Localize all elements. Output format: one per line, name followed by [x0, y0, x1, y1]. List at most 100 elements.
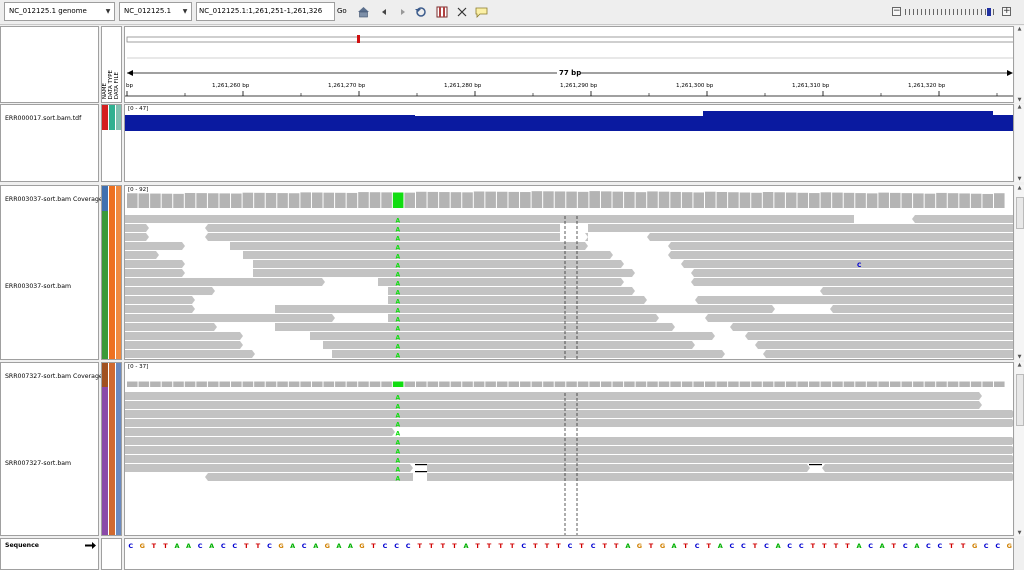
coverage-bar[interactable] — [231, 381, 242, 388]
coverage-bar[interactable] — [520, 381, 531, 388]
coverage-bar[interactable] — [462, 381, 473, 388]
coverage-bar[interactable] — [242, 381, 254, 388]
zoom-slider[interactable] — [905, 8, 997, 16]
coverage-bar[interactable] — [970, 381, 982, 388]
track-name-err-bam[interactable]: ERR003037-sort.bam — [5, 283, 71, 290]
aligned-read[interactable] — [125, 233, 149, 241]
attr-name-color[interactable] — [102, 363, 108, 387]
scroll-up-icon[interactable]: ▲ — [1016, 104, 1023, 110]
aligned-read[interactable] — [125, 260, 185, 268]
aligned-read[interactable] — [763, 350, 1014, 358]
attr-datatype-color[interactable] — [109, 363, 115, 535]
coverage-bar[interactable] — [901, 193, 913, 208]
coverage-bar[interactable] — [889, 192, 901, 208]
coverage-bar[interactable] — [658, 381, 670, 388]
coverage-bar[interactable] — [346, 192, 358, 208]
aligned-read[interactable] — [205, 224, 560, 232]
coverage-bar[interactable] — [288, 381, 300, 388]
tdf-coverage-svg[interactable] — [125, 105, 1014, 182]
aligned-read[interactable] — [705, 314, 1014, 322]
attribute-header-data-file[interactable]: DATA FILE — [114, 72, 121, 99]
coverage-bar[interactable] — [716, 191, 728, 208]
track-name-srr-coverage[interactable]: SRR007327-sort.bam Coverage — [5, 373, 103, 380]
aligned-read[interactable] — [125, 419, 1014, 427]
aligned-read[interactable] — [427, 473, 1014, 481]
coverage-bar[interactable] — [369, 192, 381, 208]
coverage-bar[interactable] — [485, 381, 496, 388]
coverage-bar[interactable] — [196, 381, 207, 388]
aligned-read[interactable] — [125, 287, 215, 295]
coverage-bar[interactable] — [508, 191, 520, 208]
coverage-bar[interactable] — [866, 381, 878, 388]
coverage-bar[interactable] — [970, 193, 982, 208]
srr-scrollbar[interactable]: ▲ ▼ — [1015, 362, 1024, 536]
coverage-bar[interactable] — [150, 193, 161, 208]
aligned-read[interactable] — [243, 251, 613, 259]
attr-name-color[interactable] — [102, 186, 108, 211]
coverage-bar[interactable] — [785, 381, 797, 388]
coverage-bar[interactable] — [624, 381, 635, 388]
scroll-thumb[interactable] — [1016, 197, 1024, 229]
coverage-bar[interactable] — [658, 191, 670, 208]
coverage-bar[interactable] — [797, 381, 809, 388]
coverage-bar[interactable] — [184, 192, 196, 208]
aligned-read[interactable] — [125, 464, 413, 472]
coverage-bar[interactable] — [543, 381, 554, 388]
scroll-down-icon[interactable]: ▼ — [1016, 530, 1023, 536]
coverage-bar[interactable] — [936, 192, 947, 208]
coverage-bar[interactable] — [647, 381, 658, 388]
err-scrollbar[interactable]: ▲ ▼ — [1015, 185, 1024, 360]
coverage-bar[interactable] — [832, 381, 843, 388]
coverage-bar[interactable] — [127, 381, 138, 388]
coverage-bar[interactable] — [693, 192, 704, 208]
aligned-read[interactable] — [912, 215, 1014, 223]
attr-datatype-color[interactable] — [109, 105, 115, 130]
coverage-bar[interactable] — [889, 381, 901, 388]
coverage-bar[interactable] — [612, 191, 624, 208]
aligned-read[interactable] — [125, 437, 1014, 445]
attr-name-color[interactable] — [102, 105, 108, 130]
coverage-bar[interactable] — [358, 192, 369, 208]
coverage-bar[interactable] — [265, 381, 277, 388]
aligned-read[interactable] — [275, 305, 775, 313]
coverage-bar[interactable] — [381, 381, 392, 388]
back-arrow-icon[interactable] — [377, 5, 391, 19]
coverage-bar[interactable] — [924, 381, 936, 388]
aligned-read[interactable] — [745, 332, 1014, 340]
aligned-read[interactable] — [125, 323, 217, 331]
aligned-read[interactable] — [253, 260, 624, 268]
coverage-bar[interactable] — [878, 381, 889, 388]
coverage-bar[interactable] — [901, 381, 913, 388]
coverage-bar[interactable] — [127, 193, 138, 208]
zoom-slider-thumb[interactable] — [987, 8, 991, 16]
coverage-bar[interactable] — [254, 192, 265, 208]
attr-datafile-color[interactable] — [116, 186, 121, 359]
coverage-bar[interactable] — [600, 191, 612, 208]
coverage-bar[interactable] — [589, 381, 600, 388]
aligned-read[interactable] — [205, 233, 560, 241]
coverage-bar[interactable] — [797, 192, 809, 208]
coverage-bar[interactable] — [982, 193, 993, 208]
coverage-bar[interactable] — [982, 381, 993, 388]
coverage-bar[interactable] — [577, 191, 589, 208]
aligned-read[interactable] — [470, 215, 854, 223]
locus-input[interactable]: NC_012125.1:1,261,251-1,261,326 — [196, 2, 335, 21]
coverage-bar[interactable] — [947, 193, 959, 208]
coverage-bar[interactable] — [161, 381, 173, 388]
attr-name-color[interactable] — [102, 387, 108, 535]
popup-text-icon[interactable] — [474, 5, 488, 19]
aligned-read[interactable] — [125, 269, 185, 277]
coverage-bar[interactable] — [311, 192, 323, 208]
coverage-bar[interactable] — [866, 193, 878, 208]
coverage-bar[interactable] — [196, 193, 207, 208]
aligned-read[interactable] — [125, 410, 1014, 418]
aligned-read[interactable] — [125, 296, 195, 304]
coverage-bar[interactable] — [762, 192, 774, 208]
coverage-bar[interactable] — [254, 381, 265, 388]
scroll-up-icon[interactable]: ▲ — [1016, 26, 1023, 32]
coverage-bar[interactable] — [855, 381, 866, 388]
coverage-bar[interactable] — [705, 191, 716, 208]
coverage-bar[interactable] — [520, 192, 531, 208]
coverage-bar[interactable] — [323, 192, 335, 208]
coverage-bar[interactable] — [485, 191, 496, 208]
